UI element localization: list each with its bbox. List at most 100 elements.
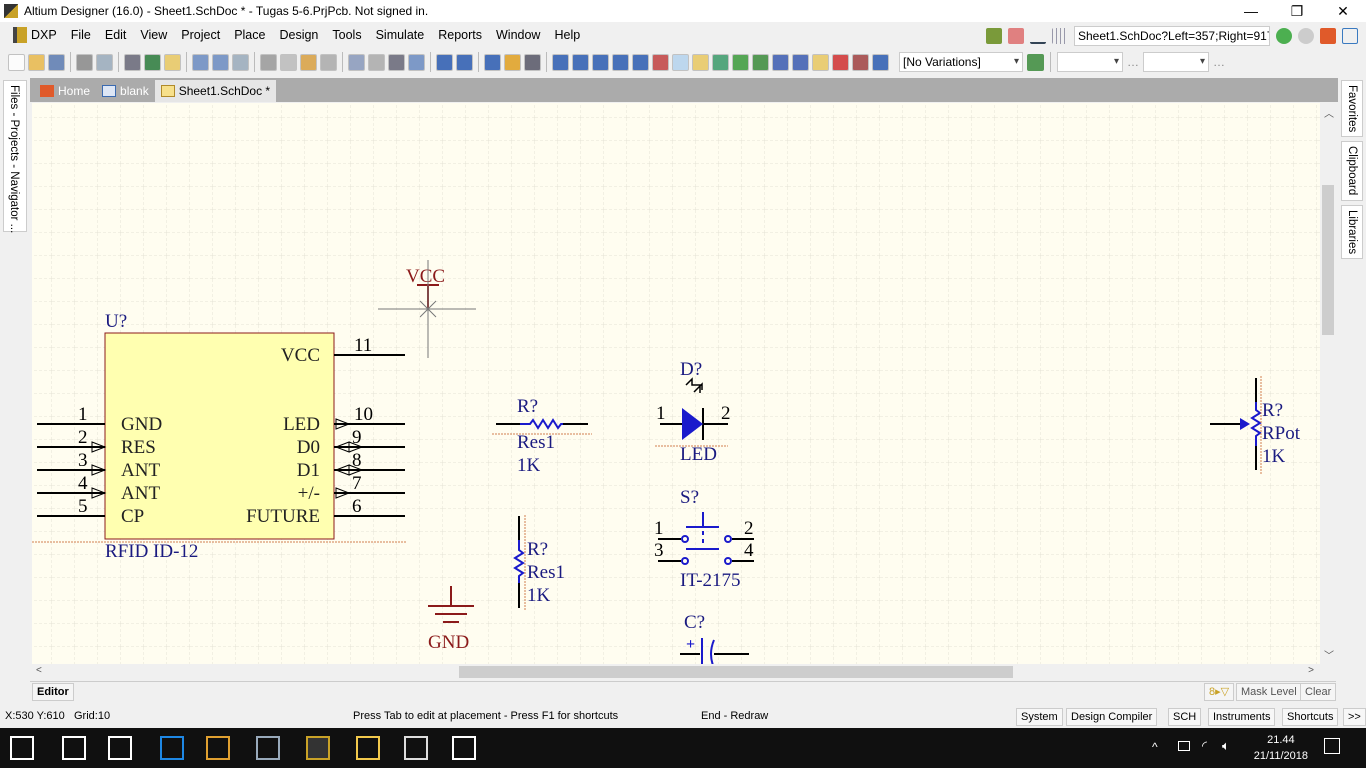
menu-view[interactable]: View [133, 28, 174, 42]
clear-button[interactable]: Clear [1300, 683, 1337, 701]
vcc-port-icon[interactable] [672, 53, 689, 71]
sch-button[interactable]: SCH [1168, 708, 1202, 726]
menu-tools[interactable]: Tools [325, 28, 368, 42]
files-projects-navigator-panel[interactable]: Files - Projects - Navigator ... [3, 80, 27, 233]
mask-level-button[interactable]: Mask Level [1236, 683, 1302, 701]
minimize-button[interactable]: — [1228, 0, 1274, 22]
more-button[interactable]: >> [1343, 708, 1366, 726]
undo-icon[interactable] [436, 53, 453, 71]
address-field[interactable]: Sheet1.SchDoc?Left=357;Right=917 [1074, 26, 1270, 46]
libraries-panel[interactable]: Libraries [1341, 204, 1363, 259]
task-manager-icon[interactable] [256, 736, 280, 760]
battery-icon[interactable] [1178, 741, 1190, 751]
clock[interactable]: 21.44 21/11/2018 [1254, 732, 1308, 764]
file-explorer-icon[interactable] [356, 736, 380, 760]
calculator-icon[interactable] [404, 736, 428, 760]
pcb-icon[interactable] [1027, 53, 1044, 71]
search-icon[interactable] [62, 736, 86, 760]
pcb-board-icon[interactable] [144, 53, 161, 71]
task-view-icon[interactable] [108, 736, 132, 760]
device-sheet-icon[interactable] [752, 53, 769, 71]
scroll-thumb[interactable] [459, 666, 1013, 678]
photos-icon[interactable] [452, 736, 476, 760]
filter-select-2[interactable] [1143, 52, 1209, 72]
sheet-symbol-icon[interactable] [712, 53, 729, 71]
more-dots[interactable]: … [1213, 55, 1225, 69]
component-3d-icon[interactable] [124, 53, 141, 71]
sheet-entry-icon[interactable] [732, 53, 749, 71]
filter-select-1[interactable] [1057, 52, 1123, 72]
more-dots[interactable]: … [1127, 55, 1139, 69]
place-part-icon[interactable] [692, 53, 709, 71]
harness-entry-icon[interactable] [792, 53, 809, 71]
edge-icon[interactable] [160, 736, 184, 760]
paint-icon[interactable] [206, 736, 230, 760]
schematic-canvas[interactable]: U? RFID ID-12 1 GND 2 RES 3 ANT 4 ANT 5 CP 11 VCC 10… [32, 103, 1320, 664]
tab-sheet1[interactable]: Sheet1.SchDoc * [154, 80, 277, 102]
horizontal-scrollbar[interactable]: < > [32, 664, 1320, 680]
port-icon[interactable] [812, 53, 829, 71]
restore-button[interactable]: ❐ [1274, 0, 1320, 22]
menu-simulate[interactable]: Simulate [369, 28, 432, 42]
instruments-button[interactable]: Instruments [1208, 708, 1276, 726]
altium-icon[interactable] [306, 736, 330, 760]
net-label-text-icon[interactable] [632, 53, 649, 71]
move-icon[interactable] [368, 53, 385, 71]
net-label-icon[interactable] [612, 53, 629, 71]
refresh-icon[interactable] [1342, 28, 1358, 44]
compile-mask-icon[interactable] [852, 53, 869, 71]
paste-icon[interactable] [300, 53, 317, 71]
schematic-sheet-icon[interactable] [164, 53, 181, 71]
harness-icon[interactable] [772, 53, 789, 71]
shortcuts-button[interactable]: Shortcuts [1282, 708, 1339, 726]
clear-filter-icon[interactable] [408, 53, 425, 71]
zoom-area-icon[interactable] [212, 53, 229, 71]
design-compiler-button[interactable]: Design Compiler [1066, 708, 1158, 726]
menu-window[interactable]: Window [489, 28, 547, 42]
zoom-fit-icon[interactable] [192, 53, 209, 71]
menu-reports[interactable]: Reports [431, 28, 489, 42]
close-button[interactable]: ✕ [1320, 0, 1366, 22]
cut-icon[interactable] [260, 53, 277, 71]
bus-entry-icon[interactable] [592, 53, 609, 71]
back-icon[interactable] [1276, 28, 1292, 44]
deselect-icon[interactable] [388, 53, 405, 71]
ground-icon[interactable] [1030, 28, 1046, 44]
tray-chevron-icon[interactable]: ^ [1152, 740, 1158, 754]
editor-tab[interactable]: Editor [32, 683, 74, 701]
print-icon[interactable] [76, 53, 93, 71]
vertical-scrollbar[interactable]: ︿ ﹀ [1320, 103, 1336, 664]
tab-blank[interactable]: blank [96, 80, 155, 102]
no-erc-icon[interactable] [832, 53, 849, 71]
zoom-selected-icon[interactable] [232, 53, 249, 71]
ruler-pencil-icon[interactable] [986, 28, 1002, 44]
browse-components-icon[interactable] [524, 53, 541, 71]
open-folder-icon[interactable] [28, 53, 45, 71]
menu-design[interactable]: Design [272, 28, 325, 42]
volume-icon[interactable]: 🔈︎ [1222, 738, 1230, 754]
new-document-icon[interactable] [8, 53, 25, 71]
gnd-port-icon[interactable] [652, 53, 669, 71]
menu-place[interactable]: Place [227, 28, 272, 42]
menu-edit[interactable]: Edit [98, 28, 134, 42]
align-icon[interactable] [1008, 28, 1024, 44]
copy-icon[interactable] [280, 53, 297, 71]
forward-icon[interactable] [1298, 28, 1314, 44]
grid-icon[interactable] [1052, 28, 1068, 44]
variations-select[interactable]: [No Variations] [899, 52, 1023, 72]
menu-dxp[interactable]: DXP [6, 27, 64, 43]
favorites-panel[interactable]: Favorites [1341, 80, 1363, 138]
select-rect-icon[interactable] [348, 53, 365, 71]
print-preview-icon[interactable] [96, 53, 113, 71]
start-icon[interactable] [10, 736, 34, 760]
bus-icon[interactable] [572, 53, 589, 71]
menu-help[interactable]: Help [547, 28, 587, 42]
paste-array-icon[interactable] [320, 53, 337, 71]
wifi-icon[interactable]: ◜ [1202, 738, 1207, 754]
redo-icon[interactable] [456, 53, 473, 71]
system-button[interactable]: System [1016, 708, 1063, 726]
cross-probe-icon[interactable] [484, 53, 501, 71]
clipboard-panel[interactable]: Clipboard [1341, 141, 1363, 201]
home-icon[interactable] [1320, 28, 1336, 44]
highlight-icon[interactable] [504, 53, 521, 71]
